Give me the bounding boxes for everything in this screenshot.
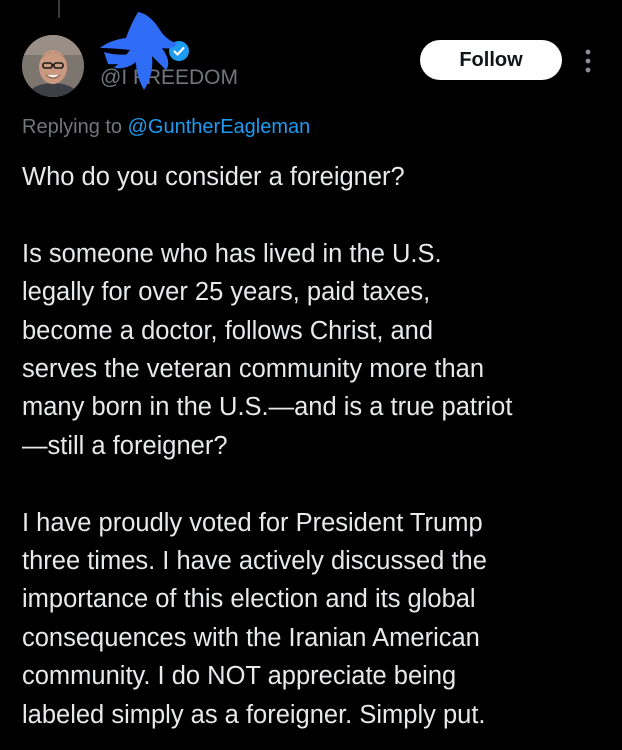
replying-to-prefix: Replying to — [22, 116, 128, 138]
profile-photo-icon — [22, 35, 84, 97]
follow-button[interactable]: Follow — [420, 40, 562, 80]
tweet-line: legally for over 25 years, paid taxes, — [22, 278, 431, 307]
reply-mention-link[interactable]: @GuntherEagleman — [128, 116, 311, 138]
tweet-line: serves the veteran community more than — [22, 355, 485, 384]
avatar[interactable] — [22, 35, 84, 97]
tweet-line: community. I do NOT appreciate being — [22, 662, 457, 691]
thread-connector-line — [58, 0, 60, 18]
tweet-line: labeled simply as a foreigner. Simply pu… — [22, 700, 486, 729]
tweet-line: —still a foreigner? — [22, 431, 228, 460]
more-vertical-icon[interactable] — [580, 46, 596, 76]
tweet-line: Who do you consider a foreigner? — [22, 163, 405, 191]
tweet-line: become a doctor, follows Christ, and — [22, 316, 434, 345]
author-handle[interactable]: @I FREEDOM — [100, 66, 238, 90]
tweet-line: three times. I have actively discussed t… — [22, 547, 487, 576]
tweet-line: consequences with the Iranian American — [22, 623, 480, 652]
tweet-line: Is someone who has lived in the U.S. — [22, 239, 442, 268]
replying-to: Replying to @GuntherEagleman — [22, 116, 310, 139]
tweet-line: importance of this election and its glob… — [22, 585, 476, 614]
tweet-line: I have proudly voted for President Trump — [22, 508, 483, 537]
verified-badge-icon — [169, 41, 189, 61]
tweet-line: many born in the U.S.—and is a true patr… — [22, 393, 513, 422]
tweet-text: Who do you consider a foreigner? Is some… — [22, 158, 612, 734]
